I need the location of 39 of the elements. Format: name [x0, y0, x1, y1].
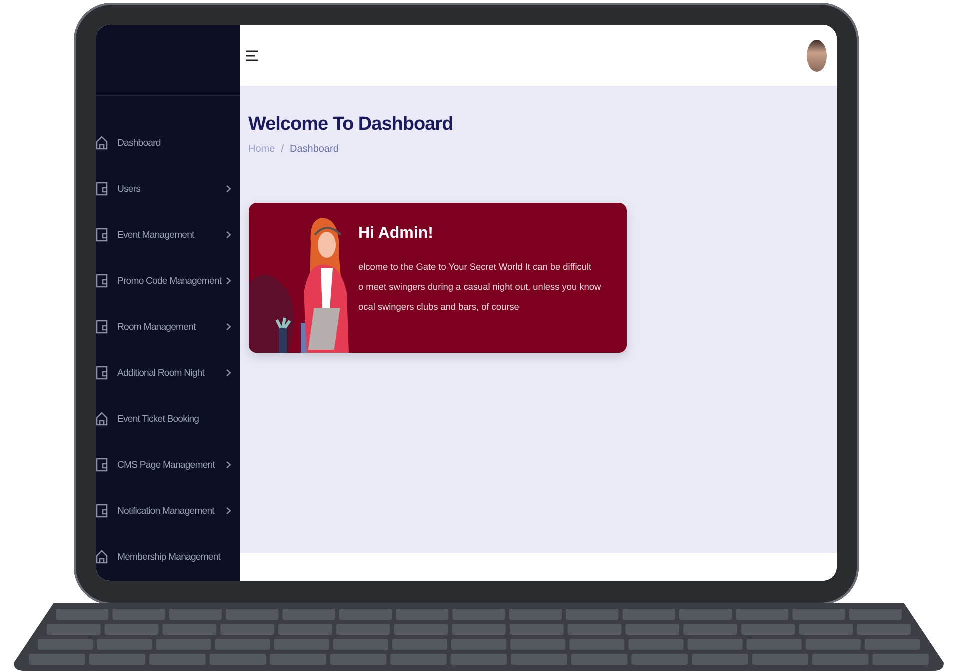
breadcrumb-separator: / — [281, 144, 284, 155]
sidebar-item-label: Event Ticket Booking — [118, 414, 200, 424]
sidebar-item-label: Users — [118, 184, 142, 194]
sidebar-item[interactable]: Users — [96, 166, 240, 212]
card-text-line: ocal swingers clubs and bars, of course — [358, 301, 520, 314]
home-icon — [96, 550, 108, 564]
menu-icon[interactable] — [246, 50, 258, 62]
sidebar-item-label: Room Management — [118, 322, 198, 332]
card-icon — [96, 228, 108, 242]
card-icon — [96, 366, 108, 380]
sidebar-item-label: Notification Management — [118, 506, 216, 516]
home-icon — [96, 136, 108, 150]
avatar[interactable] — [806, 40, 826, 72]
sidebar-item[interactable]: Membership Management — [96, 534, 240, 580]
sidebar-item[interactable]: Notification Management — [96, 488, 240, 534]
sidebar-item-label: Promo Code Management — [118, 276, 223, 286]
card-text-line: o meet swingers during a casual night out, unless you know — [358, 281, 602, 294]
sidebar-item[interactable]: Room Management — [96, 304, 240, 350]
page-title: Welcome To Dashboard — [248, 114, 454, 136]
sidebar-item-label: Additional Room Night — [118, 368, 206, 378]
card-heading: Hi Admin! — [358, 225, 434, 243]
sidebar-item-label: Membership Management — [118, 552, 222, 562]
sidebar-item[interactable]: Event Management — [96, 212, 240, 258]
card-text-line: elcome to the Gate to Your Secret World It can be difficult — [358, 261, 593, 274]
sidebar-item-label: Dashboard — [118, 138, 162, 148]
card-icon — [96, 504, 108, 518]
breadcrumb-link[interactable]: Dashboard — [290, 144, 339, 155]
sidebar-item[interactable]: CMS Page Management — [96, 442, 240, 488]
sidebar-item[interactable]: Additional Room Night — [96, 350, 240, 396]
home-icon — [96, 412, 108, 426]
sidebar-item[interactable]: Event Ticket Booking — [96, 396, 240, 442]
card-icon — [96, 182, 108, 196]
card-icon — [96, 458, 108, 472]
sidebar-item[interactable]: Promo Code Management — [96, 258, 240, 304]
sidebar-item-label: CMS Page Management — [118, 460, 216, 470]
sidebar-item-label: Event Management — [118, 230, 196, 240]
sidebar-item[interactable]: Dashboard — [96, 120, 240, 166]
card-icon — [96, 320, 108, 334]
card-icon — [96, 274, 108, 288]
